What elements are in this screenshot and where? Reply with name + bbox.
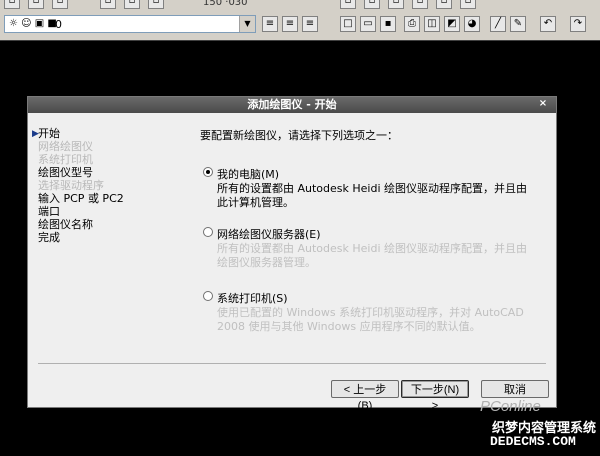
radio-network-plotter-server[interactable] [203,227,213,237]
new-file-icon[interactable]: □ [340,16,356,32]
step-item-start: ▶ 开始 [32,127,178,140]
redo-icon[interactable]: ↷ [570,16,586,32]
divider [38,363,546,364]
layer-manager-icon[interactable]: ≡ [262,16,278,32]
step-label: 绘图仪型号 [38,166,93,179]
back-button[interactable]: < 上一步(B) [331,380,399,412]
layer-value: 0 [55,18,62,31]
step-label: 选择驱动程序 [38,179,104,192]
toolbar-icon[interactable]: ▫ [388,0,404,9]
step-item-port: 端口 [38,205,178,218]
toolbar-icon[interactable]: ▫ [340,0,356,9]
dialog-title: 添加绘图仪 - 开始 [247,98,337,111]
step-item-plotter-model: 绘图仪型号 [38,166,178,179]
step-item-plotter-name: 绘图仪名称 [38,218,178,231]
layer-toolbar: ☼ ☺ ▣ ■ 0 ▼ ≡ ≡ ≡ □ ▭ ▪ ⎙ ◫ ◩ ◕ ╱ ✎ ↶ ↷ [0,10,600,41]
current-step-arrow-icon: ▶ [32,129,39,139]
option-label[interactable]: 我的电脑(M) [217,166,279,182]
step-label: 开始 [38,127,60,140]
cancel-button[interactable]: 取消 [481,380,549,398]
toolbar-icon[interactable]: ▫ [28,0,44,9]
step-item-select-driver: 选择驱动程序 [38,179,178,192]
toolbar-icon[interactable]: ▫ [52,0,68,9]
save-icon[interactable]: ▪ [380,16,396,32]
toolbar-icon[interactable]: ▫ [412,0,428,9]
step-label: 绘图仪名称 [38,218,93,231]
dialog-titlebar[interactable]: 添加绘图仪 - 开始 × [28,97,556,113]
step-item-system-printer: 系统打印机 [38,153,178,166]
radio-my-computer[interactable] [203,167,213,177]
coordinate-readout: 150 ·030 [203,0,248,8]
toolbar-icon[interactable]: ▫ [100,0,116,9]
layer-dropdown[interactable]: ☼ ☺ ▣ ■ 0 ▼ [4,15,256,33]
toolbar-icon[interactable]: ▫ [124,0,140,9]
toolbar-icon[interactable]: ▫ [148,0,164,9]
next-button[interactable]: 下一步(N) > [401,380,469,412]
toolbar-icon[interactable]: ▫ [364,0,380,9]
toolbar-icon[interactable]: ▫ [436,0,452,9]
step-label: 输入 PCP 或 PC2 [38,192,124,205]
option-label[interactable]: 系统打印机(S) [217,290,288,306]
print-icon[interactable]: ⎙ [404,16,420,32]
pconline-watermark: PConline [480,398,541,415]
step-item-finish: 完成 [38,231,178,244]
web-icon[interactable]: ◕ [464,16,480,32]
toolbar-icon[interactable]: ▫ [460,0,476,9]
step-label: 端口 [38,205,60,218]
option-label[interactable]: 网络绘图仪服务器(E) [217,226,321,242]
option-description: 使用已配置的 Windows 系统打印机驱动程序，并对 AutoCAD 2008… [217,306,524,333]
step-item-import-pcp: 输入 PCP 或 PC2 [38,192,178,205]
step-label: 完成 [38,231,60,244]
option-description: 所有的设置都由 Autodesk Heidi 绘图仪驱动程序配置，并且由绘图仪服… [217,242,528,269]
step-label: 系统打印机 [38,153,93,166]
layer-previous-icon[interactable]: ≡ [282,16,298,32]
undo-icon[interactable]: ↶ [540,16,556,32]
wizard-prompt: 要配置新绘图仪，请选择下列选项之一： [200,129,398,142]
match-properties-icon[interactable]: ✎ [510,16,526,32]
step-item-network-plotter: 网络绘图仪 [38,140,178,153]
domain-watermark: DEDECMS.COM [490,434,576,449]
cut-icon[interactable]: ╱ [490,16,506,32]
chevron-down-icon[interactable]: ▼ [239,16,255,32]
layer-state-icons: ☼ ☺ ▣ ■ [9,18,57,29]
step-label: 网络绘图仪 [38,140,93,153]
add-plotter-dialog: 添加绘图仪 - 开始 × ▶ 开始 网络绘图仪 系统打印机 绘图仪型号 选择驱动… [27,96,557,412]
toolbar-icon[interactable]: ▫ [4,0,20,9]
radio-system-printer[interactable] [203,291,213,301]
plot-preview-icon[interactable]: ◫ [424,16,440,32]
wizard-steps: ▶ 开始 网络绘图仪 系统打印机 绘图仪型号 选择驱动程序 输入 PCP 或 P… [32,127,178,244]
option-description: 所有的设置都由 Autodesk Heidi 绘图仪驱动程序配置，并且由此计算机… [217,182,528,209]
open-file-icon[interactable]: ▭ [360,16,376,32]
close-icon[interactable]: × [536,98,550,110]
layer-state-icon[interactable]: ≡ [302,16,318,32]
publish-icon[interactable]: ◩ [444,16,460,32]
